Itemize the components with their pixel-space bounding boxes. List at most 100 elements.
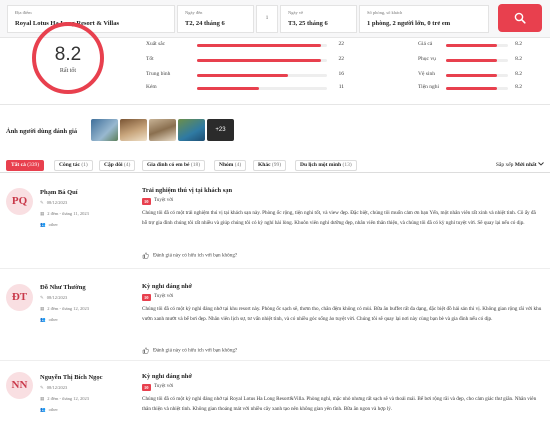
tab-label: Nhóm <box>219 162 234 168</box>
helpful-button[interactable]: Đánh giá này có hữu ích với bạn không? <box>142 252 237 259</box>
category-score: 8.2 <box>515 41 522 47</box>
guests-label: Số phòng, số khách <box>367 10 403 15</box>
chevron-down-icon <box>538 162 544 166</box>
traveler-type-text: other <box>48 317 58 322</box>
breakdown-count: 22 <box>338 56 345 62</box>
guests-field[interactable]: Số phòng, số khách 1 phòng, 2 người lớn,… <box>359 5 489 33</box>
breakdown-bar <box>197 59 327 62</box>
nights-field: 1 <box>256 5 278 33</box>
review-title: Kỳ nghỉ đáng nhớ <box>142 283 193 290</box>
traveler-type: 👥 other <box>40 407 58 413</box>
category-bar <box>446 59 508 62</box>
user-photo[interactable] <box>149 119 176 141</box>
search-button[interactable] <box>498 4 542 32</box>
tab-label: Gia đình có em bé <box>147 162 190 168</box>
traveler-type: 👥 other <box>40 222 58 228</box>
category-label: Tiện nghi <box>418 84 440 90</box>
location-field[interactable]: Địa điểm Royal Lotus Ha Long Resort & Vi… <box>7 5 175 33</box>
tab-label: Tất cả <box>11 162 26 168</box>
review-filter-tabs: Tất cả (339) Công tác (1) Cặp đôi (4) Gi… <box>0 157 550 173</box>
sort-label: Sắp xếp <box>495 162 514 168</box>
review-item: PQ Phạm Bá Quí ✎ 08/12/2023 ▦ 2 đêm - thán… <box>0 180 550 262</box>
pencil-icon: ✎ <box>40 200 44 205</box>
tab-business[interactable]: Công tác (1) <box>54 160 93 171</box>
reviewer-name: Nguyễn Thị Bích Ngọc <box>40 374 103 381</box>
review-body: Chúng tôi đã có một trải nghiệm thú vị t… <box>142 210 536 226</box>
overall-rating-circle: 8.2 Rất tốt <box>32 22 104 94</box>
category-label: Phục vụ <box>418 56 436 62</box>
review-score-badge: 10 <box>142 294 151 301</box>
review-date-text: 08/12/2023 <box>46 295 68 300</box>
tab-group[interactable]: Nhóm (4) <box>214 160 247 171</box>
user-photos-title: Ảnh người dùng đánh giá <box>6 128 78 135</box>
tab-label: Du lịch một mình <box>300 162 342 168</box>
helpful-button[interactable]: Đánh giá này có hữu ích với bạn không? <box>142 347 237 354</box>
tab-solo[interactable]: Du lịch một mình (13) <box>295 160 357 171</box>
reviewer-name: Phạm Bá Quí <box>40 189 78 196</box>
traveler-type-text: other <box>48 222 58 227</box>
breakdown-label: Tốt <box>146 56 154 62</box>
category-score: 8.2 <box>515 84 522 90</box>
avatar: ĐT <box>6 284 33 311</box>
review-item: ĐT Đỗ Như Thường ✎ 08/12/2023 ▦ 2 đêm - th… <box>0 272 550 354</box>
review-score-badge: 10 <box>142 198 151 205</box>
review-divider <box>0 268 550 269</box>
tab-count: (4) <box>234 162 242 168</box>
user-photo[interactable] <box>178 119 205 141</box>
breakdown-label: Trung bình <box>146 71 171 77</box>
breakdown-bar <box>197 44 327 47</box>
tab-all[interactable]: Tất cả (339) <box>6 160 45 171</box>
user-photo[interactable] <box>91 119 118 141</box>
search-icon <box>514 12 526 24</box>
breakdown-label: Kém <box>146 84 157 90</box>
tab-couple[interactable]: Cặp đôi (4) <box>99 160 136 171</box>
users-icon: 👥 <box>40 407 46 412</box>
bar-fill <box>197 44 321 47</box>
review-date-text: 08/12/2023 <box>46 385 68 390</box>
breakdown-row: Trung bình 16 <box>146 71 346 79</box>
helpful-text: Đánh giá này có hữu ích với bạn không? <box>153 347 238 354</box>
breakdown-label: Xuất sắc <box>146 41 166 47</box>
overall-rating-label: Rất tốt <box>59 68 77 74</box>
category-score: 8.2 <box>515 71 522 77</box>
breakdown-bar <box>197 74 327 77</box>
user-photo[interactable] <box>120 119 147 141</box>
breakdown-row: Kém 11 <box>146 84 346 92</box>
category-label: Vệ sinh <box>418 71 435 77</box>
checkin-field[interactable]: Ngày đến T2, 24 tháng 6 <box>177 5 254 33</box>
more-photos-button[interactable]: +23 <box>207 119 234 141</box>
tab-label: Khác <box>258 162 271 168</box>
location-label: Địa điểm <box>15 10 32 15</box>
tab-count: (4) <box>123 162 131 168</box>
tab-other[interactable]: Khác (99) <box>253 160 287 171</box>
checkout-value: T3, 25 tháng 6 <box>288 20 328 27</box>
category-row: Tiện nghi 8.2 <box>418 84 524 92</box>
review-body: Chúng tôi đã có một kỳ nghỉ đáng nhớ tại… <box>142 396 537 412</box>
stay-info-text: 2 đêm - tháng 11, 2023 <box>47 211 89 216</box>
thumbs-up-icon <box>142 252 149 259</box>
summary-divider <box>0 104 550 105</box>
sort-dropdown[interactable]: Sắp xếp Mới nhất <box>496 162 544 168</box>
review-date: ✎ 08/12/2023 <box>40 200 67 206</box>
bar-fill <box>197 59 321 62</box>
category-row: Vệ sinh 8.2 <box>418 71 524 79</box>
tab-count: (339) <box>27 162 40 168</box>
thumbs-up-icon <box>142 347 149 354</box>
breakdown-bar <box>197 87 327 90</box>
users-icon: 👥 <box>40 222 46 227</box>
review-rating-text: Tuyệt vời <box>154 198 174 203</box>
tab-family-baby[interactable]: Gia đình có em bé (18) <box>142 160 206 171</box>
tab-label: Cặp đôi <box>104 162 123 168</box>
breakdown-count: 16 <box>338 71 345 77</box>
avatar: PQ <box>6 188 33 215</box>
review-date: ✎ 08/12/2023 <box>40 385 67 391</box>
nights-count: 1 <box>265 16 269 21</box>
category-row: Phục vụ 8.2 <box>418 56 524 64</box>
checkout-field[interactable]: Ngày về T3, 25 tháng 6 <box>280 5 357 33</box>
category-bar <box>446 74 508 77</box>
users-icon: 👥 <box>40 317 46 322</box>
sort-value: Mới nhất <box>514 162 537 168</box>
review-date-text: 08/12/2023 <box>46 200 68 205</box>
review-item: NN Nguyễn Thị Bích Ngọc ✎ 08/12/2023 ▦ 2 đ… <box>0 364 550 428</box>
category-label: Giá cả <box>418 41 433 47</box>
